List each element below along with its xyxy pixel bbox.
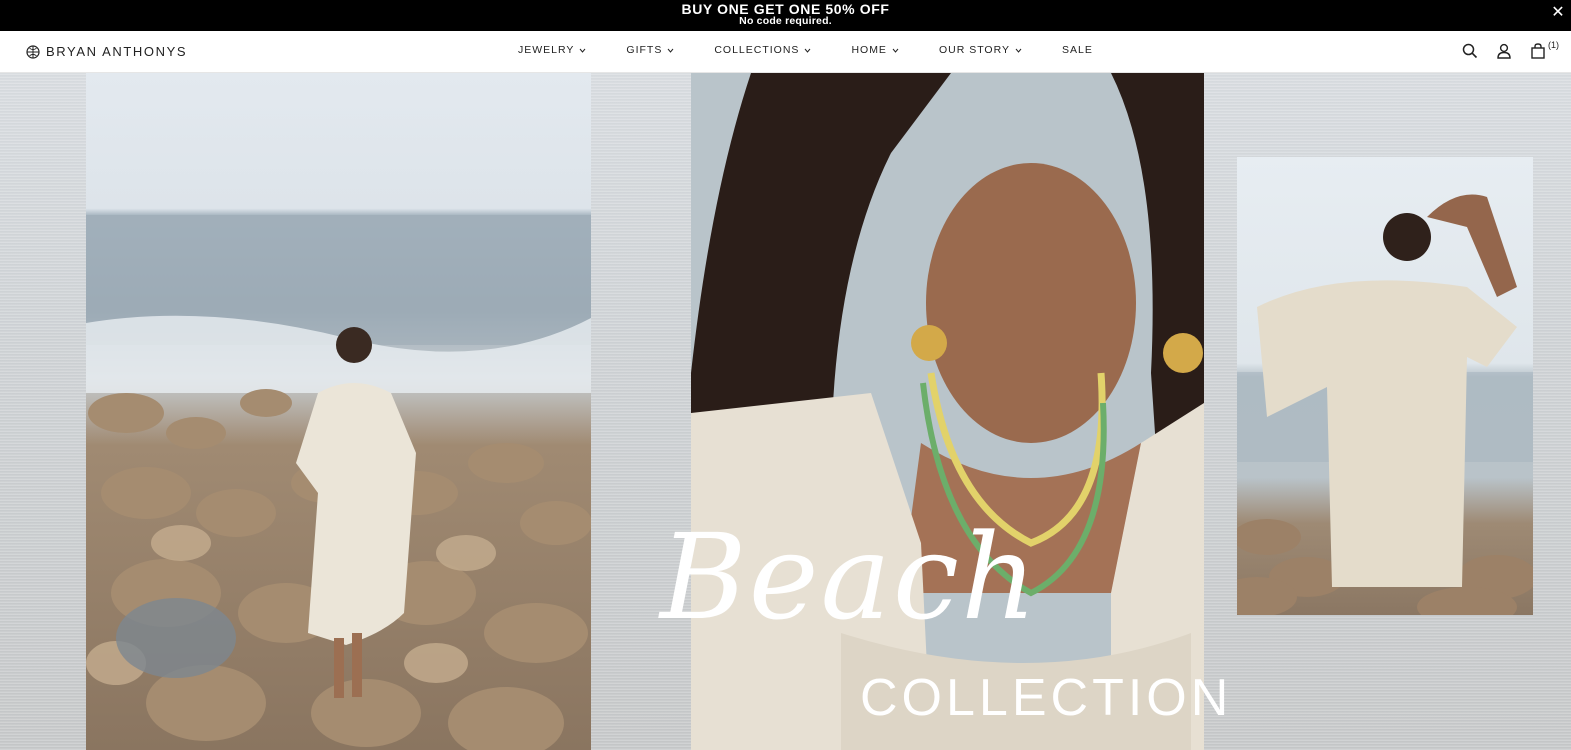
nav-item-label: COLLECTIONS bbox=[714, 44, 800, 56]
hero-photo-right-illustration bbox=[1237, 194, 1533, 615]
nav-item-home[interactable]: HOME bbox=[851, 44, 899, 56]
hero-photo-left-illustration bbox=[86, 215, 591, 750]
cart-button[interactable]: (1) bbox=[1529, 40, 1559, 60]
nav-item-jewelry[interactable]: JEWELRY bbox=[518, 44, 586, 56]
hero-photo-center-illustration bbox=[691, 73, 1204, 750]
hero-photo-center bbox=[691, 73, 1204, 750]
cart-count: (1) bbox=[1548, 40, 1559, 50]
nav-item-label: OUR STORY bbox=[938, 44, 1010, 56]
hero-banner[interactable]: Beach COLLECTION bbox=[0, 73, 1571, 750]
chevron-down-icon bbox=[580, 48, 586, 53]
nav-item-our-story[interactable]: OUR STORY bbox=[939, 44, 1022, 56]
hero-photo-left bbox=[86, 73, 591, 750]
nav-item-collections[interactable]: COLLECTIONS bbox=[714, 44, 811, 56]
promo-subline: No code required. bbox=[739, 15, 832, 27]
chevron-down-icon bbox=[892, 48, 899, 53]
site-header: BRYAN ANTHONYS JEWELRY GIFTS COLLECTIONS… bbox=[0, 31, 1571, 73]
nav-item-sale[interactable]: SALE bbox=[1062, 44, 1093, 56]
hero-photo-right bbox=[1237, 157, 1533, 615]
bag-icon bbox=[1531, 43, 1545, 59]
nav-item-gifts[interactable]: GIFTS bbox=[626, 44, 674, 56]
chevron-down-icon bbox=[1015, 48, 1022, 53]
brand-logo-link[interactable]: BRYAN ANTHONYS bbox=[26, 44, 187, 59]
search-icon[interactable] bbox=[1461, 42, 1479, 60]
brand-name: BRYAN ANTHONYS bbox=[46, 44, 188, 59]
globe-logo-icon bbox=[26, 44, 40, 59]
header-icons: (1) bbox=[1461, 40, 1559, 60]
close-icon[interactable]: ✕ bbox=[1549, 3, 1567, 23]
promo-bar: BUY ONE GET ONE 50% OFF No code required… bbox=[0, 0, 1571, 31]
chevron-down-icon bbox=[667, 48, 674, 53]
nav-item-label: HOME bbox=[851, 44, 887, 56]
nav-item-label: GIFTS bbox=[626, 44, 663, 56]
nav-item-label: JEWELRY bbox=[518, 44, 575, 56]
nav-item-label: SALE bbox=[1061, 44, 1093, 56]
chevron-down-icon bbox=[805, 48, 811, 53]
account-icon[interactable] bbox=[1495, 42, 1513, 60]
main-nav: JEWELRY GIFTS COLLECTIONS HOME OUR STORY… bbox=[518, 44, 1133, 56]
